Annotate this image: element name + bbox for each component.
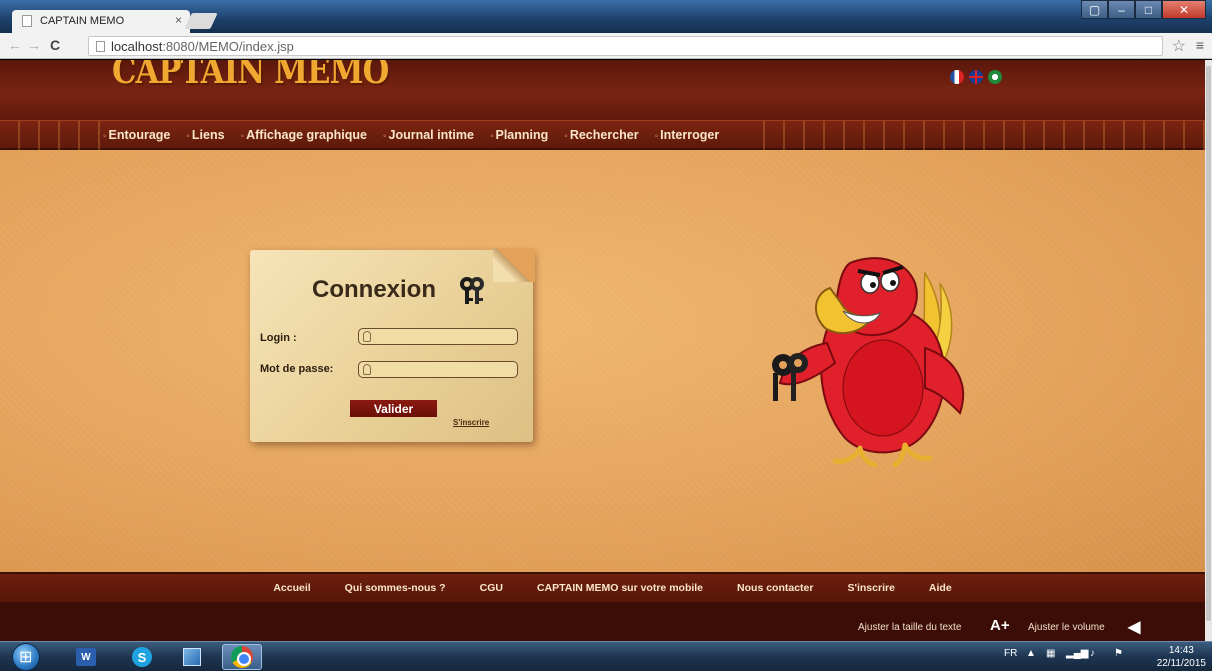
scrollbar-thumb[interactable] [1206,66,1211,621]
chrome-icon [231,646,253,668]
skype-icon: S [132,647,152,667]
footer-link-inscrire[interactable]: S'inscrire [847,582,894,594]
bookmark-star-icon[interactable]: ☆ [1172,36,1186,56]
start-button[interactable] [12,643,40,671]
system-clock[interactable]: 14:43 22/11/2015 [1157,644,1206,670]
footer-link-aide[interactable]: Aide [929,582,952,594]
parrot-mascot-image [772,257,965,468]
accessibility-bar: Ajuster la taille du texte A+ Ajuster le… [0,602,1205,641]
nav-item-planning[interactable]: Planning [490,128,548,142]
address-bar: ← → C localhost:8080/MEMO/index.jsp ☆ ≡ [0,33,1212,59]
nav-item-liens[interactable]: Liens [186,128,225,142]
forward-icon[interactable]: → [27,37,41,53]
login-input[interactable] [358,328,518,345]
speaker-icon[interactable]: ◀︎ [1128,617,1140,637]
volume-label[interactable]: Ajuster le volume [1028,622,1105,633]
password-label: Mot de passe: [260,363,334,375]
reload-icon[interactable]: C [50,37,60,53]
input-language[interactable]: FR [1004,648,1017,659]
text-size-increase-icon[interactable]: A+ [990,617,1010,634]
footer-link-cgu[interactable]: CGU [480,582,503,594]
browser-tab[interactable]: CAPTAIN MEMO × [12,10,190,33]
nav-item-entourage[interactable]: Entourage [103,128,171,142]
nav-item-affichage-graphique[interactable]: Affichage graphique [241,128,367,142]
text-size-label[interactable]: Ajuster la taille du texte [858,622,961,633]
signup-link[interactable]: S'inscrire [453,418,489,427]
taskbar-word[interactable]: W [66,644,106,670]
browser-title-bar: CAPTAIN MEMO × ▢ – □ ✕ [0,0,1212,33]
url-host: localhost [111,39,163,54]
menu-icon[interactable]: ≡ [1196,37,1204,53]
submit-button[interactable]: Valider [350,400,437,417]
maximize-icon[interactable]: □ [1135,0,1162,19]
login-title: Connexion [312,276,436,303]
page-icon [22,15,32,27]
footer-link-accueil[interactable]: Accueil [273,582,310,594]
url-input[interactable]: localhost:8080/MEMO/index.jsp [88,36,1163,56]
footer-link-mobile[interactable]: CAPTAIN MEMO sur votre mobile [537,582,703,594]
nav-ornament [745,121,1205,151]
show-hidden-icons-icon[interactable]: ▲ [1026,648,1036,659]
close-icon[interactable]: ✕ [1162,0,1206,19]
nav-item-journal-intime[interactable]: Journal intime [383,128,474,142]
new-tab-button[interactable] [184,13,218,29]
login-panel: Connexion Login : Mot de passe: Valider … [250,248,535,442]
language-selector [950,70,1002,84]
taskbar-chrome[interactable] [222,644,262,670]
virtualbox-icon [183,648,201,666]
login-label: Login : [260,332,297,344]
paper-curl [493,248,535,282]
footer-link-contact[interactable]: Nous contacter [737,582,813,594]
footer-nav: Accueil Qui sommes-nous ? CGU CAPTAIN ME… [0,572,1205,602]
site-header: CAPTAIN MEMO [0,60,1205,120]
tab-close-icon[interactable]: × [175,13,182,27]
restore-icon[interactable]: ▢ [1081,0,1108,19]
page-viewport: CAPTAIN MEMO Entourage Liens Affichage g… [0,60,1205,641]
keys-icon [460,277,484,304]
network-device-icon[interactable]: ▦ [1046,648,1055,659]
volume-icon[interactable]: ♪ [1090,648,1095,659]
microphone-icon[interactable] [363,331,371,342]
nav-item-interroger[interactable]: Interroger [655,128,719,142]
nav-ornament [0,121,100,151]
flag-en-icon[interactable] [969,70,983,84]
tab-title: CAPTAIN MEMO [40,15,125,27]
taskbar-skype[interactable]: S [122,644,162,670]
clock-date: 22/11/2015 [1156,658,1206,669]
signal-icon[interactable]: ▂▄▆ [1066,648,1088,659]
clock-time: 14:43 [1168,645,1194,656]
back-icon[interactable]: ← [8,37,22,53]
site-logo[interactable]: CAPTAIN MEMO [112,60,389,92]
microphone-icon[interactable] [363,364,371,375]
minimize-icon[interactable]: – [1108,0,1135,19]
word-icon: W [76,648,96,666]
window-controls: ▢ – □ ✕ [1081,0,1206,19]
windows-taskbar: W S FR ▲ ▦ ▂▄▆ ♪ ⚑ 14:43 22/11/2015 [0,641,1212,671]
main-nav: Entourage Liens Affichage graphique Jour… [0,120,1205,151]
page-scrollbar[interactable] [1205,60,1212,641]
footer-link-qui-sommes-nous[interactable]: Qui sommes-nous ? [345,582,446,594]
flag-ar-icon[interactable] [988,70,1002,84]
page-icon [96,41,105,52]
password-input[interactable] [358,361,518,378]
action-center-flag-icon[interactable]: ⚑ [1114,648,1123,659]
taskbar-virtualbox[interactable] [172,644,212,670]
url-path: :8080/MEMO/index.jsp [162,39,294,54]
flag-fr-icon[interactable] [950,70,964,84]
nav-item-rechercher[interactable]: Rechercher [564,128,639,142]
main-content [0,150,1205,572]
